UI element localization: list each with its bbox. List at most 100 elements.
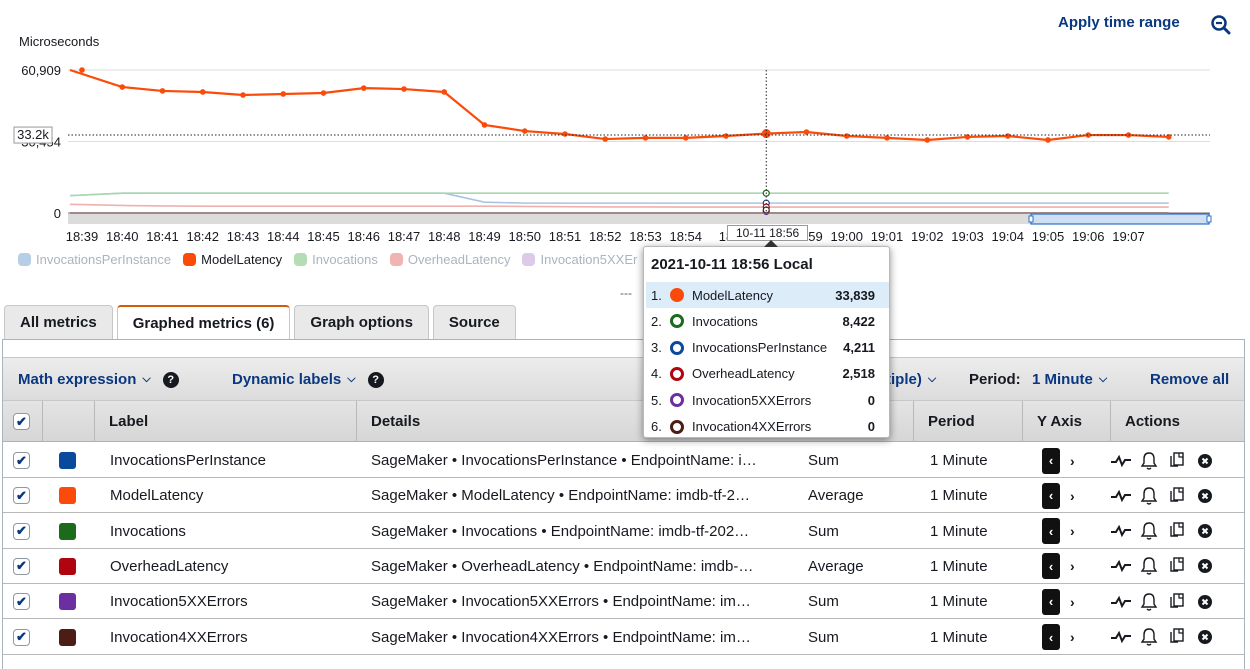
data-point[interactable] — [521, 128, 528, 134]
bell-icon[interactable] — [1137, 450, 1161, 472]
data-point[interactable] — [1045, 137, 1051, 143]
data-point[interactable] — [481, 122, 488, 128]
duplicate-icon[interactable] — [1165, 591, 1189, 613]
color-swatch[interactable] — [59, 522, 76, 540]
data-point[interactable] — [562, 131, 568, 137]
help-icon[interactable]: ? — [367, 371, 384, 388]
metric-label[interactable]: ModelLatency — [110, 478, 355, 513]
bell-icon[interactable] — [1137, 591, 1161, 613]
metric-period[interactable]: 1 Minute — [930, 514, 1020, 549]
row-checkbox[interactable]: ✔ — [13, 522, 30, 540]
legend-item[interactable]: Invocations — [294, 252, 378, 267]
sparkline-icon[interactable] — [1109, 591, 1133, 613]
bell-icon[interactable] — [1137, 626, 1161, 648]
sparkline-icon[interactable] — [1109, 626, 1133, 648]
statistic-dropdown[interactable]: tiple) ⌵ — [886, 371, 936, 388]
select-all-checkbox[interactable]: ✔ — [13, 413, 30, 430]
color-swatch[interactable] — [59, 593, 76, 611]
data-point[interactable] — [401, 86, 407, 92]
data-point[interactable] — [884, 135, 890, 141]
tab-graphed-metrics-6[interactable]: Graphed metrics (6) — [116, 305, 291, 340]
sparkline-icon[interactable] — [1109, 555, 1133, 577]
remove-icon[interactable] — [1193, 450, 1217, 472]
bell-icon[interactable] — [1137, 520, 1161, 542]
metric-label[interactable]: OverheadLatency — [110, 549, 355, 584]
tab-all-metrics[interactable]: All metrics — [4, 305, 113, 339]
data-point[interactable] — [924, 137, 931, 143]
metric-statistic[interactable]: Average — [808, 478, 908, 513]
sparkline-icon[interactable] — [1109, 450, 1133, 472]
y-axis-right-button[interactable]: › — [1070, 594, 1075, 610]
sparkline-icon[interactable] — [1109, 520, 1133, 542]
metric-label[interactable]: Invocation5XXErrors — [110, 584, 355, 619]
data-point[interactable] — [682, 135, 689, 141]
tab-source[interactable]: Source — [432, 305, 516, 339]
data-point[interactable] — [240, 92, 246, 98]
metric-period[interactable]: 1 Minute — [930, 478, 1020, 513]
color-swatch[interactable] — [59, 628, 76, 646]
row-checkbox[interactable]: ✔ — [13, 557, 30, 575]
data-point[interactable] — [723, 133, 729, 139]
legend-item[interactable]: ModelLatency — [183, 252, 282, 267]
legend-item[interactable]: Invocation5XXEr — [522, 252, 637, 267]
row-checkbox[interactable]: ✔ — [13, 452, 30, 469]
series-line-InvocationsPerInstance[interactable] — [69, 192, 1169, 204]
data-point[interactable] — [803, 129, 810, 135]
remove-icon[interactable] — [1193, 626, 1217, 648]
y-axis-left-button[interactable]: ‹ — [1042, 482, 1060, 509]
zoom-out-icon[interactable] — [1210, 14, 1232, 36]
metric-label[interactable]: Invocation4XXErrors — [110, 620, 355, 655]
metric-statistic[interactable]: Sum — [808, 443, 908, 478]
remove-icon[interactable] — [1193, 591, 1217, 613]
color-swatch[interactable] — [59, 452, 76, 469]
data-point[interactable] — [280, 91, 287, 97]
legend-item[interactable]: InvocationsPerInstance — [18, 252, 171, 267]
range-handle[interactable] — [1028, 215, 1034, 223]
data-point[interactable] — [320, 90, 327, 96]
sparkline-icon[interactable] — [1109, 485, 1133, 507]
y-axis-right-button[interactable]: › — [1070, 523, 1075, 539]
y-axis-left-button[interactable]: ‹ — [1042, 588, 1060, 615]
y-axis-left-button[interactable]: ‹ — [1042, 518, 1060, 545]
data-point[interactable] — [119, 84, 126, 90]
remove-icon[interactable] — [1193, 485, 1217, 507]
duplicate-icon[interactable] — [1165, 450, 1189, 472]
metric-period[interactable]: 1 Minute — [930, 443, 1020, 478]
dynamic-labels-dropdown[interactable]: Dynamic labels ⌵ ? — [232, 371, 384, 388]
metric-statistic[interactable]: Average — [808, 549, 908, 584]
data-point[interactable] — [79, 67, 85, 73]
metric-statistic[interactable]: Sum — [808, 620, 908, 655]
y-axis-right-button[interactable]: › — [1070, 558, 1075, 574]
y-axis-left-button[interactable]: ‹ — [1042, 553, 1060, 580]
bell-icon[interactable] — [1137, 555, 1161, 577]
duplicate-icon[interactable] — [1165, 485, 1189, 507]
remove-icon[interactable] — [1193, 555, 1217, 577]
row-checkbox[interactable]: ✔ — [13, 487, 30, 505]
line-chart[interactable]: 60,90930,4540 18:3918:4018:4118:4218:431… — [0, 55, 1250, 247]
y-axis-right-button[interactable]: › — [1070, 629, 1075, 645]
row-checkbox[interactable]: ✔ — [13, 628, 30, 646]
period-dropdown[interactable]: 1 Minute ⌵ — [1032, 371, 1107, 388]
tab-graph-options[interactable]: Graph options — [294, 305, 429, 339]
help-icon[interactable]: ? — [162, 371, 179, 388]
y-axis-right-button[interactable]: › — [1070, 488, 1075, 504]
y-axis-left-button[interactable]: ‹ — [1042, 447, 1060, 474]
math-expression-dropdown[interactable]: Math expression ⌵ ? — [18, 371, 179, 388]
range-handle[interactable] — [1206, 215, 1212, 223]
metric-statistic[interactable]: Sum — [808, 584, 908, 619]
metric-label[interactable]: InvocationsPerInstance — [110, 443, 355, 478]
data-point[interactable] — [1004, 133, 1011, 139]
data-point[interactable] — [642, 135, 649, 141]
metric-period[interactable]: 1 Minute — [930, 549, 1020, 584]
row-checkbox[interactable]: ✔ — [13, 593, 30, 611]
data-point[interactable] — [360, 85, 367, 91]
remove-icon[interactable] — [1193, 520, 1217, 542]
bell-icon[interactable] — [1137, 485, 1161, 507]
color-swatch[interactable] — [59, 557, 76, 575]
series-line-OverheadLatency[interactable] — [69, 203, 1169, 208]
data-point[interactable] — [441, 89, 448, 95]
duplicate-icon[interactable] — [1165, 626, 1189, 648]
time-range-selection[interactable] — [1030, 213, 1210, 225]
legend-item[interactable]: OverheadLatency — [389, 252, 510, 267]
series-line-Invocations[interactable] — [69, 192, 1169, 197]
